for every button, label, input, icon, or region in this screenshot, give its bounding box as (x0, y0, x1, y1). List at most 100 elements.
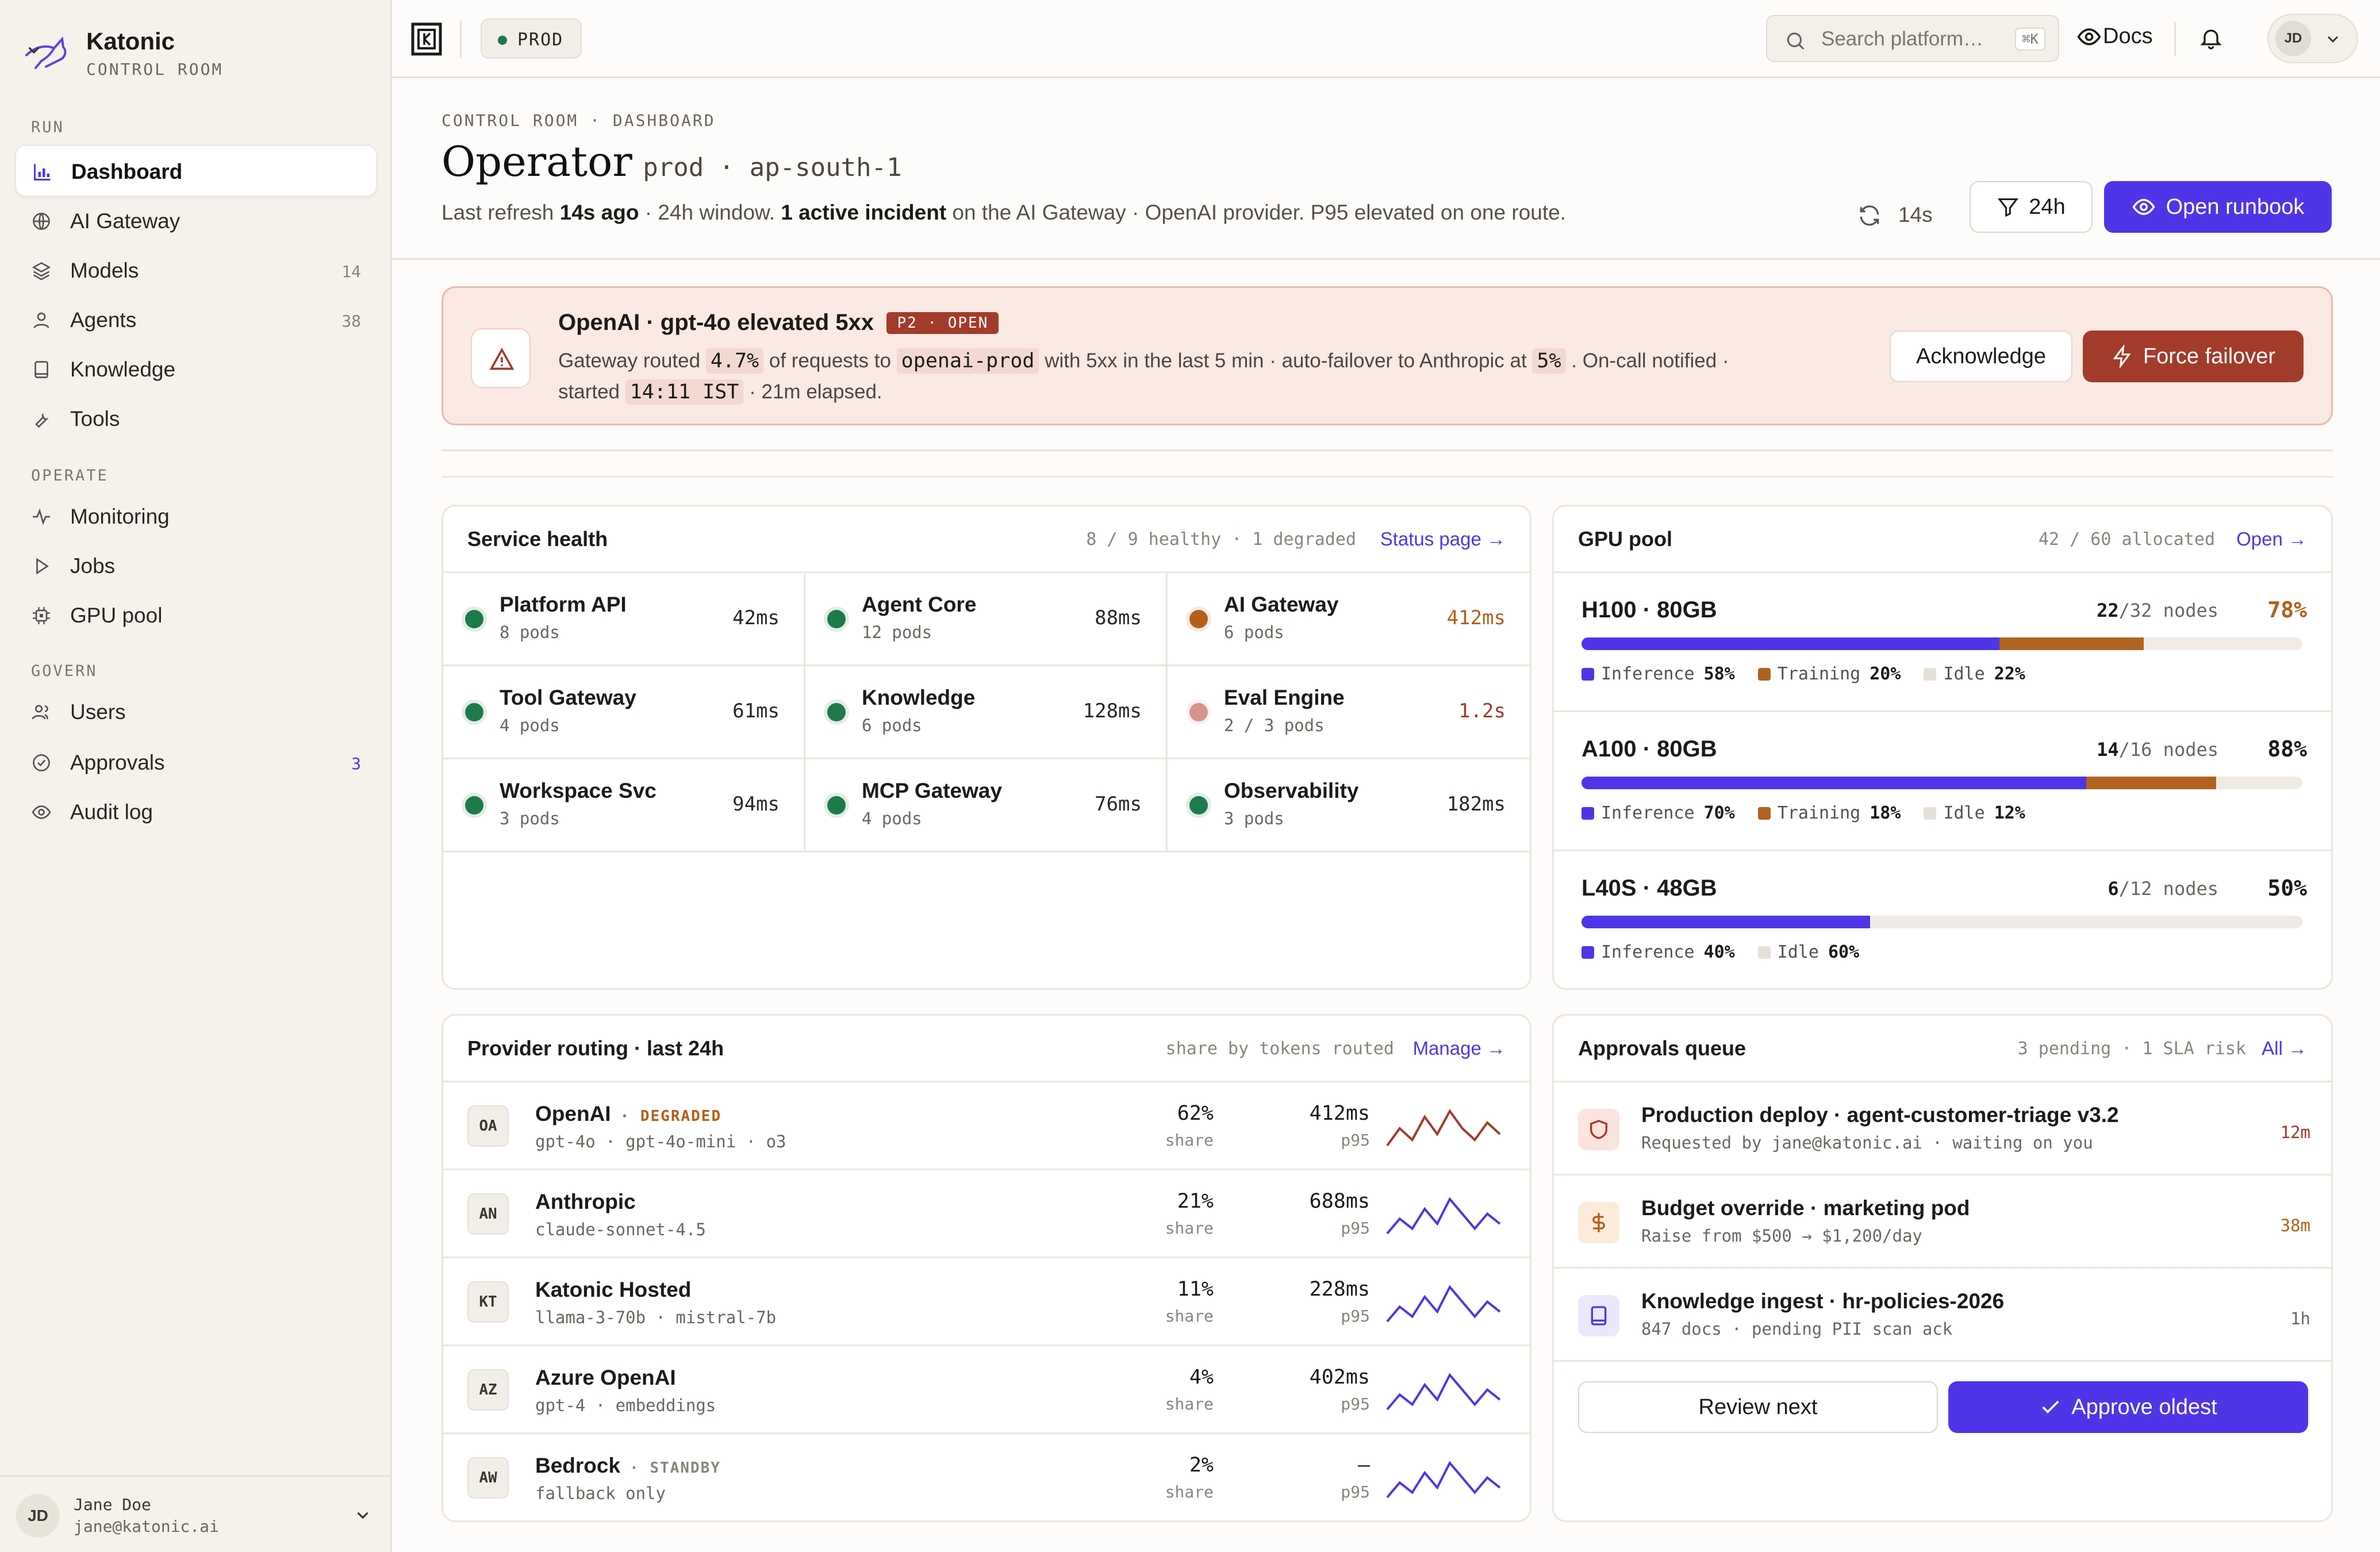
provider-row[interactable]: AW Bedrock · STANDBY fallback only 2% share — p… (443, 1434, 1530, 1520)
force-failover-button[interactable]: Force failover (2083, 331, 2304, 382)
approve-oldest-button[interactable]: Approve oldest (1948, 1381, 2308, 1433)
provider-avatar: OA (467, 1105, 509, 1147)
service-name: Workspace Svc (500, 779, 657, 802)
gpu-percent: 78% (2267, 597, 2307, 623)
status-dot (465, 610, 483, 628)
sidebar-item-count: 3 (351, 754, 361, 773)
sparkline-line (1386, 1197, 1501, 1235)
service-tile[interactable]: AI Gateway 6 pods 412ms (1168, 573, 1530, 666)
sidebar-item-dashboard[interactable]: Dashboard (15, 145, 377, 197)
service-tile[interactable]: Workspace Svc 3 pods 94ms (443, 759, 805, 852)
sidebar-item-ai-gateway[interactable]: AI Gateway (15, 195, 377, 247)
gpu-open-link[interactable]: Open → (2236, 528, 2307, 550)
service-tile[interactable]: Observability 3 pods 182ms (1168, 759, 1530, 852)
time-window-button[interactable]: 24h (1970, 181, 2093, 233)
service-name: AI Gateway (1224, 593, 1339, 616)
refresh-button[interactable]: 14s (1857, 190, 1949, 236)
card-header: Approvals queue 3 pending · 1 SLA risk A… (1554, 1016, 2331, 1082)
service-tile[interactable]: MCP Gateway 4 pods 76ms (805, 759, 1168, 852)
service-pods: 2 / 3 pods (1224, 716, 1325, 735)
env-badge[interactable]: PROD (481, 18, 582, 59)
gpu-nodes: 22/32 nodes (2097, 600, 2218, 621)
approval-row[interactable]: Knowledge ingest · hr-policies-2026 847 d… (1554, 1269, 2331, 1362)
docs-link[interactable]: Docs (2076, 21, 2163, 55)
gpu-pool-row[interactable]: L40S · 48GB 6/12 nodes 50% Inference 40% Idle… (1554, 851, 2331, 988)
bell-icon[interactable] (2198, 25, 2224, 51)
sidebar-item-label: Audit log (70, 800, 153, 824)
provider-name: Bedrock · STANDBY (535, 1454, 721, 1477)
share-label: share (1165, 1395, 1214, 1413)
chevron-down-icon[interactable] (353, 1505, 373, 1525)
sidebar-item-approvals[interactable]: Approvals 3 (15, 737, 377, 789)
service-tile[interactable]: Knowledge 6 pods 128ms (805, 666, 1168, 759)
chevron-down-icon[interactable] (24, 40, 44, 60)
provider-share: 62% (1177, 1102, 1214, 1125)
sparkline-line (1386, 1461, 1501, 1499)
provider-row[interactable]: AZ Azure OpenAI gpt-4 · embeddings 4% share 4… (443, 1346, 1530, 1434)
breadcrumb: CONTROL ROOM · DASHBOARD (442, 111, 716, 130)
approval-icon-box (1578, 1109, 1619, 1150)
gpu-legend: Inference 40% Idle 60% (1581, 942, 1882, 962)
approval-subtitle: Requested by jane@katonic.ai · waiting o… (1641, 1133, 2093, 1153)
search-input[interactable]: Search platform… ⌘K (1766, 15, 2059, 62)
manage-link[interactable]: Manage → (1413, 1038, 1506, 1059)
provider-avatar: KT (467, 1281, 509, 1323)
sidebar-item-gpu-pool[interactable]: GPU pool (15, 590, 377, 641)
all-approvals-link[interactable]: All → (2262, 1038, 2307, 1059)
sidebar-item-monitoring[interactable]: Monitoring (15, 491, 377, 543)
user-email: jane@katonic.ai (74, 1517, 219, 1536)
approval-row[interactable]: Budget override · marketing pod Raise fro… (1554, 1175, 2331, 1269)
incident-badge: P2 · OPEN (886, 312, 999, 334)
sidebar-item-knowledge[interactable]: Knowledge (15, 344, 377, 395)
share-label: share (1165, 1482, 1214, 1501)
search-icon (1787, 32, 1805, 50)
sidebar-item-users[interactable]: Users (15, 686, 377, 738)
account-menu[interactable]: JD (2267, 14, 2358, 63)
card-header: Service health 8 / 9 healthy · 1 degrade… (443, 506, 1530, 573)
service-tile[interactable]: Tool Gateway 4 pods 61ms (443, 666, 805, 759)
acknowledge-button[interactable]: Acknowledge (1890, 331, 2072, 382)
provider-p95: 688ms (1309, 1190, 1370, 1213)
provider-row[interactable]: KT Katonic Hosted llama-3-70b · mistral-7b… (443, 1258, 1530, 1346)
approval-row[interactable]: Production deploy · agent-customer-triag… (1554, 1082, 2331, 1175)
legend-item: Idle 22% (1924, 664, 2025, 684)
legend-swatch (1581, 946, 1594, 959)
card-header: GPU pool 42 / 60 allocated Open → (1554, 506, 2331, 573)
filter-icon (1998, 198, 2019, 217)
sidebar-item-models[interactable]: Models 14 (15, 245, 377, 297)
provider-row[interactable]: OA OpenAI · DEGRADED gpt-4o · gpt-4o-mini ·… (443, 1082, 1530, 1170)
sidebar-item-tools[interactable]: Tools (15, 393, 377, 445)
sidebar-item-count: 14 (341, 262, 361, 281)
sidebar-item-jobs[interactable]: Jobs (15, 540, 377, 592)
service-tile[interactable]: Platform API 8 pods 42ms (443, 573, 805, 666)
provider-avatar: AZ (467, 1369, 509, 1411)
service-tile[interactable]: Agent Core 12 pods 88ms (805, 573, 1168, 666)
eye-icon (2132, 198, 2155, 216)
sparkline (1386, 1285, 1501, 1323)
gpu-usage-bar (1581, 777, 2302, 789)
card-title: GPU pool (1578, 527, 1672, 551)
service-tile[interactable]: Eval Engine 2 / 3 pods 1.2s (1168, 666, 1530, 759)
sidebar-item-agents[interactable]: Agents 38 (15, 294, 377, 346)
gpu-legend: Inference 70% Training 18% Idle 12% (1581, 803, 2048, 823)
user-menu[interactable]: JD Jane Doe jane@katonic.ai (0, 1475, 392, 1552)
card-header: Provider routing · last 24h share by tok… (443, 1016, 1530, 1082)
provider-p95: 412ms (1309, 1102, 1370, 1125)
legend-swatch (1581, 668, 1594, 681)
provider-row[interactable]: AN Anthropic claude-sonnet-4.5 21% share 688m… (443, 1170, 1530, 1258)
gpu-pool-row[interactable]: A100 · 80GB 14/16 nodes 88% Inference 70% Tra… (1554, 712, 2331, 851)
inference-segment (1581, 916, 1870, 928)
gpu-pool-row[interactable]: H100 · 80GB 22/32 nodes 78% Inference 58% Tra… (1554, 573, 2331, 712)
status-dot (465, 796, 483, 815)
open-runbook-button[interactable]: Open runbook (2104, 181, 2332, 233)
divider (392, 258, 2380, 260)
brand[interactable]: Katonic CONTROL ROOM (24, 26, 369, 84)
status-page-link[interactable]: Status page → (1380, 528, 1506, 550)
service-latency: 412ms (1446, 606, 1506, 629)
chip-icon (33, 607, 50, 624)
review-next-button[interactable]: Review next (1578, 1381, 1938, 1433)
dollar-icon (1592, 1213, 1605, 1232)
provider-share: 2% (1189, 1454, 1214, 1477)
sidebar-toggle-icon[interactable] (410, 22, 443, 56)
sidebar-item-audit-log[interactable]: Audit log (15, 786, 377, 838)
